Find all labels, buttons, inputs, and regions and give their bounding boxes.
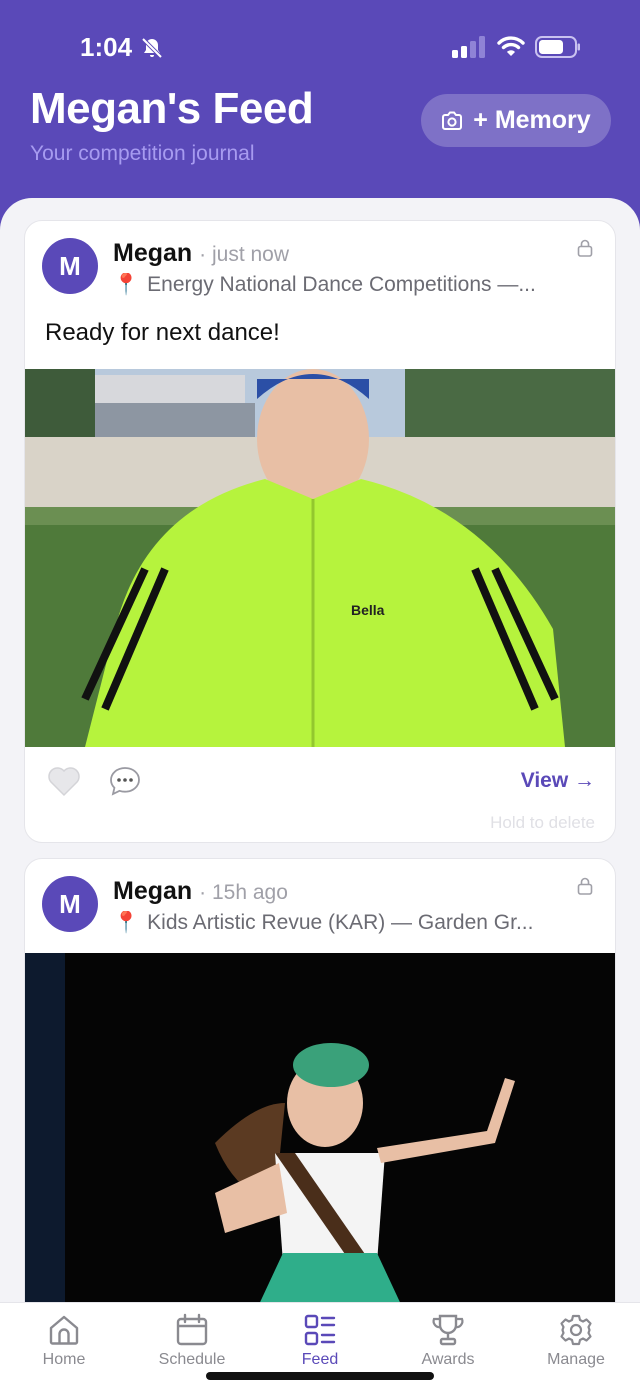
avatar: M xyxy=(42,238,98,294)
location-text: Kids Artistic Revue (KAR) — Garden Gr... xyxy=(147,911,534,934)
avatar: M xyxy=(42,876,98,932)
post-author: Megan xyxy=(113,877,193,905)
feed-icon xyxy=(304,1314,336,1346)
tab-label-schedule: Schedule xyxy=(158,1351,226,1368)
location-pin-icon: 📍 xyxy=(113,911,140,934)
post-location: 📍 Energy National Dance Competitions —... xyxy=(113,273,563,297)
location-pin-icon: 📍 xyxy=(113,273,140,296)
tab-home[interactable]: Home xyxy=(9,1313,119,1369)
tab-label-manage: Manage xyxy=(547,1351,605,1368)
feed-post[interactable]: M Megan · 15h ago 📍 Kids Artistic Revue (… xyxy=(24,858,616,1308)
location-text: Energy National Dance Competitions —... xyxy=(147,273,536,296)
hoodie-text: Bella xyxy=(351,602,385,618)
page-subtitle: Your competition journal xyxy=(30,142,255,165)
tab-schedule[interactable]: Schedule xyxy=(137,1313,247,1369)
tab-manage[interactable]: Manage xyxy=(521,1313,631,1369)
post-location: 📍 Kids Artistic Revue (KAR) — Garden Gr..… xyxy=(113,911,563,935)
add-memory-label: + Memory xyxy=(473,106,591,134)
tab-awards[interactable]: Awards xyxy=(393,1313,503,1369)
home-icon xyxy=(49,1315,79,1345)
post-photo[interactable] xyxy=(25,953,616,1308)
status-bar: 1:04 xyxy=(0,0,640,96)
post-time: · just now xyxy=(199,243,290,266)
tab-label-feed: Feed xyxy=(301,1351,339,1368)
home-indicator[interactable] xyxy=(206,1372,434,1380)
post-header: Megan · just now xyxy=(113,239,289,268)
tab-label-home: Home xyxy=(42,1351,86,1368)
post-text: Ready for next dance! xyxy=(45,319,280,346)
tab-feed[interactable]: Feed xyxy=(265,1313,375,1369)
post-actions: View → Hold to delete xyxy=(25,749,615,842)
lock-icon xyxy=(577,239,593,257)
hold-to-delete-hint: Hold to delete xyxy=(490,813,595,832)
post-time: · 15h ago xyxy=(199,881,288,904)
post-header: Megan · 15h ago xyxy=(113,877,288,906)
trophy-icon xyxy=(432,1314,464,1346)
comment-icon[interactable] xyxy=(108,765,142,797)
feed-list[interactable]: M Megan · just now 📍 Energy National Danc… xyxy=(0,198,640,1308)
bell-off-icon xyxy=(141,37,163,59)
post-author: Megan xyxy=(113,239,193,267)
tab-label-awards: Awards xyxy=(421,1351,475,1368)
lock-icon xyxy=(577,877,593,895)
camera-icon xyxy=(442,111,463,130)
header: 1:04 Megan's Feed Your competition journ… xyxy=(0,0,640,230)
battery-icon xyxy=(535,36,580,58)
add-memory-button[interactable]: + Memory xyxy=(421,94,611,147)
status-time: 1:04 xyxy=(80,32,133,62)
page-title: Megan's Feed xyxy=(30,84,314,133)
wifi-icon xyxy=(497,36,525,56)
view-post-link[interactable]: View → xyxy=(521,769,595,793)
feed-post[interactable]: M Megan · just now 📍 Energy National Danc… xyxy=(24,220,616,843)
post-photo[interactable]: Bella xyxy=(25,369,616,747)
cellular-signal-icon xyxy=(452,36,485,58)
heart-icon[interactable] xyxy=(47,765,81,797)
gear-icon xyxy=(560,1314,592,1346)
calendar-icon xyxy=(176,1313,208,1346)
